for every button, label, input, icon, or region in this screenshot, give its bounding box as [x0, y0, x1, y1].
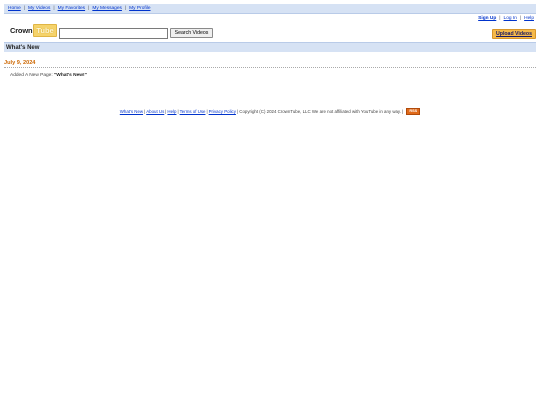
- news-entry-highlight: "What's New!": [54, 73, 87, 78]
- help-link[interactable]: Help: [524, 16, 534, 21]
- nav-home-link[interactable]: Home: [8, 6, 21, 11]
- news-entry: Added A New Page: "What's New!": [10, 73, 87, 78]
- user-link-separator: |: [519, 16, 522, 21]
- rss-badge-icon[interactable]: RSS: [406, 108, 421, 115]
- nav-separator: |: [124, 6, 127, 11]
- site-logo[interactable]: Crown Tube: [10, 23, 57, 37]
- nav-separator: |: [23, 6, 26, 11]
- nav-separator: |: [88, 6, 90, 11]
- footer-separator: |: [177, 109, 179, 114]
- nav-my-messages-link[interactable]: My Messages: [92, 6, 122, 11]
- nav-my-videos-link[interactable]: My Videos: [28, 6, 50, 11]
- search-videos-button[interactable]: Search Videos: [170, 28, 213, 38]
- top-nav: Home | My Videos | My Favorites | My Mes…: [4, 4, 536, 14]
- footer-privacy-link[interactable]: Privacy Policy: [209, 109, 236, 114]
- footer-terms-link[interactable]: Terms of Use: [180, 109, 206, 114]
- section-header: What's New: [4, 42, 536, 52]
- news-entry-prefix: Added A New Page:: [10, 73, 55, 78]
- footer-copyright: | Copyright (C) 2024 CrownTube, LLC We a…: [236, 109, 404, 114]
- news-date-heading: July 9, 2024: [4, 58, 536, 68]
- footer: What's New | About Us | Help | Terms of …: [0, 108, 540, 115]
- logo-tube-badge: Tube: [33, 23, 57, 37]
- page-title: What's New: [6, 44, 40, 51]
- nav-my-favorites-link[interactable]: My Favorites: [58, 6, 85, 11]
- user-link-separator: |: [499, 16, 501, 21]
- search-input[interactable]: [59, 28, 168, 39]
- footer-whats-new-link[interactable]: What's New: [120, 109, 143, 114]
- footer-separator: |: [144, 109, 146, 114]
- footer-separator: |: [165, 109, 167, 114]
- sign-up-link[interactable]: Sign Up: [478, 16, 496, 21]
- upload-videos-button[interactable]: Upload Videos: [492, 29, 536, 39]
- logo-crown-text: Crown: [10, 25, 33, 35]
- nav-separator: |: [53, 6, 55, 11]
- news-date: July 9, 2024: [4, 59, 36, 66]
- footer-help-link[interactable]: Help: [167, 109, 176, 114]
- user-links: Sign Up | Log In | Help: [478, 16, 534, 21]
- footer-about-us-link[interactable]: About Us: [146, 109, 164, 114]
- nav-my-profile-link[interactable]: My Profile: [129, 6, 150, 11]
- footer-separator: |: [206, 109, 208, 114]
- log-in-link[interactable]: Log In: [504, 16, 517, 21]
